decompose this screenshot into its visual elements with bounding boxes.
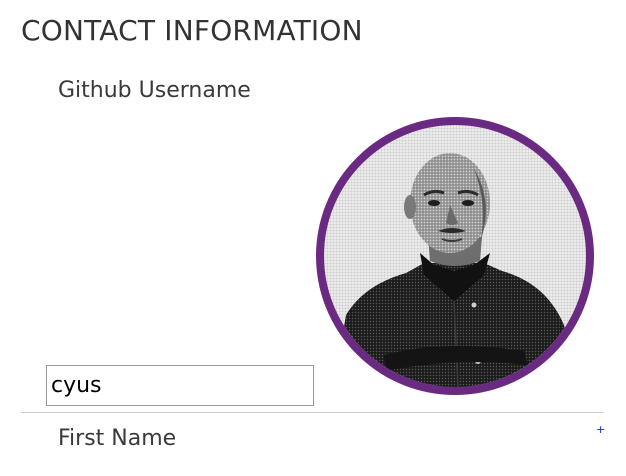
first-name-label: First Name [58, 426, 177, 451]
avatar-portrait [334, 153, 576, 387]
section-title: CONTACT INFORMATION [21, 14, 363, 47]
add-first-name-button[interactable]: + [596, 424, 605, 435]
field-divider [21, 412, 604, 413]
contact-information-page: CONTACT INFORMATION Github Username cyus… [0, 0, 626, 476]
github-username-label: Github Username [58, 78, 251, 103]
avatar [316, 117, 594, 395]
github-username-input[interactable] [46, 365, 314, 406]
